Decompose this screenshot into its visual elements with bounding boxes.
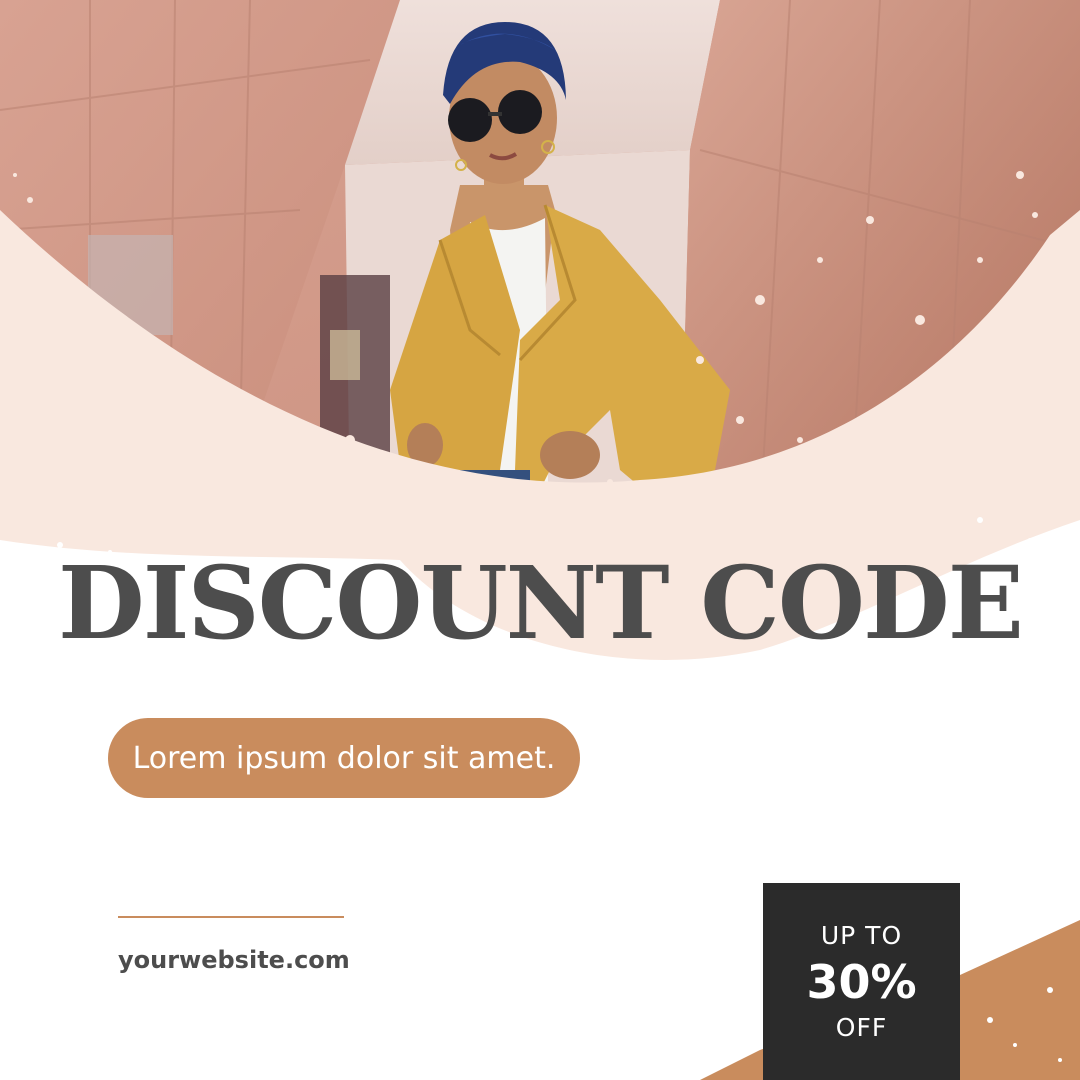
tagline-pill: Lorem ipsum dolor sit amet. — [108, 718, 580, 798]
badge-percent: 30% — [806, 955, 917, 1009]
tagline-text: Lorem ipsum dolor sit amet. — [132, 740, 556, 776]
badge-line-off: OFF — [835, 1013, 888, 1042]
footer-divider — [118, 916, 344, 918]
headline: DISCOUNT CODE — [58, 544, 1024, 662]
discount-badge: UP TO 30% OFF — [763, 883, 960, 1080]
website-link[interactable]: yourwebsite.com — [118, 946, 350, 974]
badge-line-up-to: UP TO — [820, 921, 903, 950]
promo-poster: DISCOUNT CODE Lorem ipsum dolor sit amet… — [0, 0, 1080, 1080]
